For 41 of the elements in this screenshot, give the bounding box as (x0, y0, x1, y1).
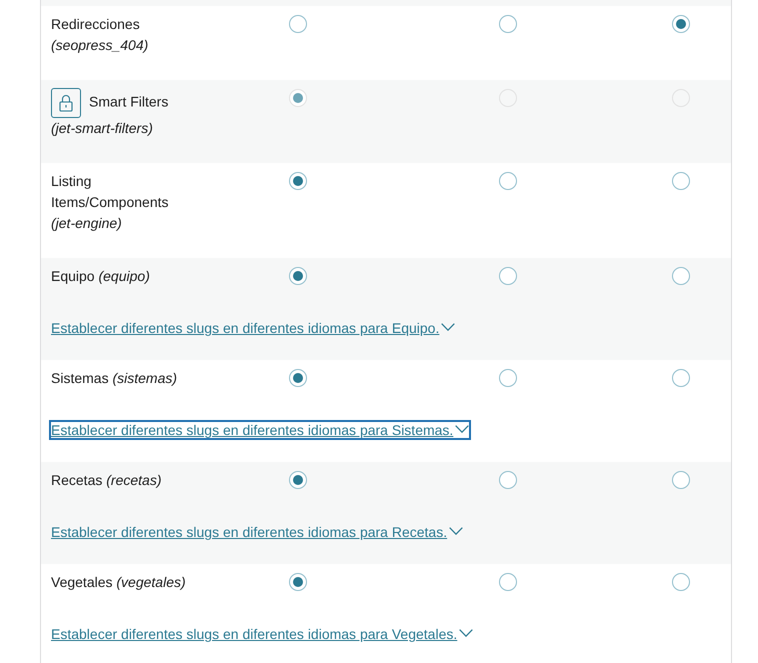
radio-button[interactable] (672, 267, 690, 285)
post-type-name: Listing Items/Components (51, 173, 168, 210)
radio-button[interactable] (289, 369, 307, 387)
post-type-name: Smart Filters (89, 94, 168, 110)
chevron-down-icon (441, 323, 456, 331)
chevron-down-icon (455, 425, 470, 433)
radio-button[interactable] (289, 267, 307, 285)
radio-button[interactable] (672, 172, 690, 190)
post-type-slug: (jet-engine) (51, 215, 122, 231)
translate-slugs-link[interactable]: Establecer diferentes slugs en diferentes idiomas para Sistemas. (51, 422, 470, 438)
radio-button[interactable] (499, 369, 517, 387)
post-type-slug: (jet-smart-filters) (51, 120, 153, 136)
chevron-down-icon (459, 629, 474, 637)
post-type-name: Equipo (51, 268, 95, 284)
radio-button[interactable] (499, 15, 517, 33)
post-type-slug: (seopress_404) (51, 37, 148, 53)
post-type-name: Recetas (51, 472, 102, 488)
radio-button[interactable] (499, 267, 517, 285)
radio-button[interactable] (289, 15, 307, 33)
post-type-name: Sistemas (51, 370, 109, 386)
translate-slugs-link[interactable]: Establecer diferentes slugs en diferentes idiomas para Vegetales. (51, 626, 474, 642)
radio-button[interactable] (672, 471, 690, 489)
radio-button[interactable] (499, 573, 517, 591)
radio-button[interactable] (672, 573, 690, 591)
radio-button[interactable] (672, 369, 690, 387)
translate-slugs-link[interactable]: Establecer diferentes slugs en diferentes idiomas para Recetas. (51, 524, 464, 540)
radio-button[interactable] (499, 471, 517, 489)
translate-slugs-link[interactable]: Establecer diferentes slugs en diferentes idiomas para Equipo. (51, 320, 456, 336)
radio-button[interactable] (289, 89, 307, 107)
radio-button[interactable] (289, 172, 307, 190)
post-type-name: Redirecciones (51, 16, 140, 32)
radio-button[interactable] (672, 15, 690, 33)
post-type-slug: (recetas) (106, 472, 162, 488)
radio-button[interactable] (289, 573, 307, 591)
post-type-slug: (sistemas) (112, 370, 178, 386)
post-type-slug: (equipo) (98, 268, 150, 284)
post-type-slug: (vegetales) (116, 574, 186, 590)
radio-button[interactable] (499, 172, 517, 190)
chevron-down-icon (449, 527, 464, 535)
post-type-name: Vegetales (51, 574, 112, 590)
radio-button[interactable] (289, 471, 307, 489)
